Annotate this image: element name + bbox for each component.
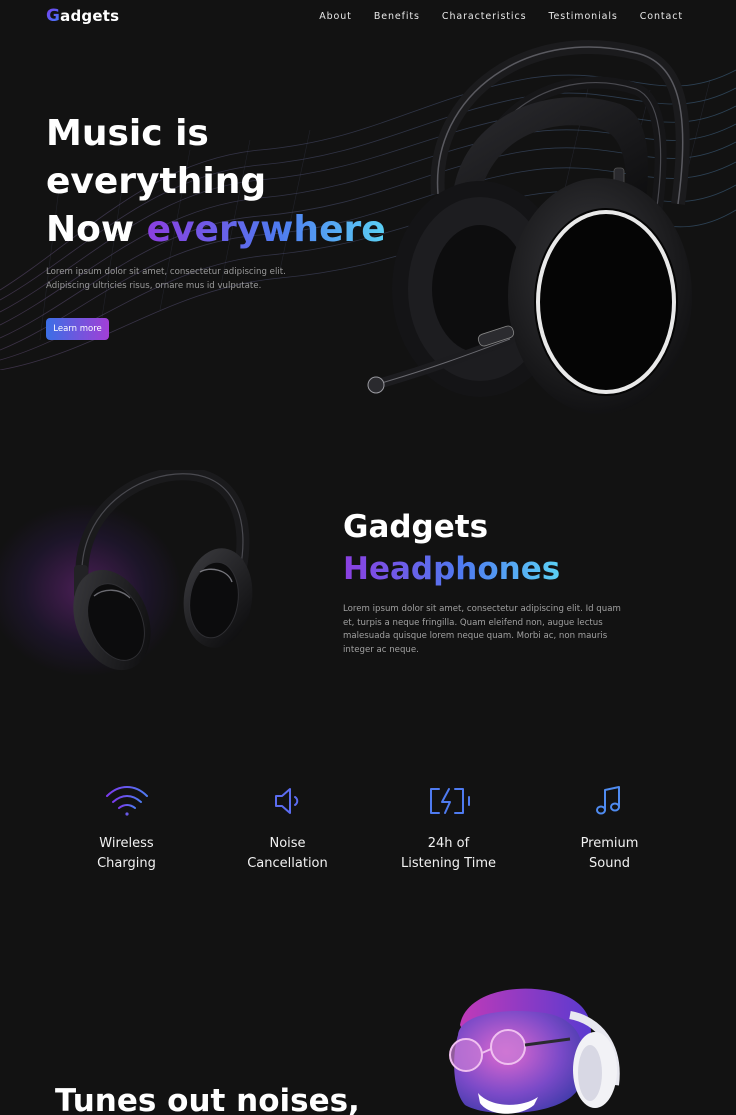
feature-premium-line1: Premium — [580, 836, 639, 851]
feature-listening-time: 24h of Listening Time — [368, 780, 529, 890]
battery-charging-icon — [429, 788, 470, 814]
testimonial-heading: Tunes out noises, — [55, 1083, 360, 1115]
product-title: Gadgets Headphones — [343, 506, 560, 590]
nav-link-testimonials[interactable]: Testimonials — [548, 11, 617, 22]
hero-title-line2: everything — [46, 161, 267, 202]
nav-link-characteristics[interactable]: Characteristics — [442, 11, 527, 22]
feature-listening-line2: Listening Time — [400, 856, 496, 871]
feature-noise-label: Noise Cancellation — [207, 834, 368, 874]
hero-description: Lorem ipsum dolor sit amet, consectetur … — [46, 267, 286, 291]
logo-mark: G — [46, 6, 61, 26]
nav-link-contact[interactable]: Contact — [640, 11, 683, 22]
feature-noise-line2: Cancellation — [247, 856, 328, 871]
hero-title: Music is everything Now everywhere — [46, 110, 386, 254]
logo[interactable]: Gadgets — [46, 6, 119, 26]
speaker-icon — [274, 788, 298, 814]
feature-premium-label: Premium Sound — [529, 834, 690, 874]
product-description: Lorem ipsum dolor sit amet, consectetur … — [343, 604, 621, 655]
hero-title-line3: Now everywhere — [46, 206, 386, 254]
feature-noise-cancellation: Noise Cancellation — [207, 780, 368, 890]
wifi-icon — [105, 786, 148, 816]
hero-title-now: Now — [46, 209, 147, 250]
product-title-line2: Headphones — [343, 548, 560, 590]
hero-section: Music is everything Now everywhere Lorem… — [0, 0, 736, 430]
learn-more-button[interactable]: Learn more — [46, 318, 109, 340]
product-headphones-image — [73, 470, 253, 671]
nav-links: About Benefits Characteristics Testimoni… — [319, 11, 683, 22]
hero-title-line1: Music is — [46, 113, 209, 154]
landing-page: Gadgets About Benefits Characteristics T… — [0, 0, 736, 1115]
feature-noise-line1: Noise — [269, 836, 306, 851]
hero-title-accent: everywhere — [146, 209, 386, 250]
feature-premium-sound: Premium Sound — [529, 780, 690, 890]
features-row: Wireless Charging Noise Cancellation 24h… — [46, 780, 690, 890]
nav-link-benefits[interactable]: Benefits — [374, 11, 420, 22]
feature-wireless-line1: Wireless — [99, 836, 154, 851]
hero-headset-image — [367, 39, 692, 414]
feature-premium-line2: Sound — [589, 856, 630, 871]
top-navbar: Gadgets About Benefits Characteristics T… — [0, 0, 736, 34]
music-note-icon — [595, 786, 620, 815]
feature-wireless-charging: Wireless Charging — [46, 780, 207, 890]
feature-wireless-line2: Charging — [97, 856, 156, 871]
person-with-headphones-image — [449, 988, 620, 1114]
feature-listening-line1: 24h of — [427, 836, 470, 851]
feature-listening-label: 24h of Listening Time — [368, 834, 529, 874]
product-title-line1: Gadgets — [343, 509, 489, 545]
feature-wireless-label: Wireless Charging — [46, 834, 207, 874]
logo-text: adgets — [60, 7, 120, 25]
nav-link-about[interactable]: About — [319, 11, 352, 22]
